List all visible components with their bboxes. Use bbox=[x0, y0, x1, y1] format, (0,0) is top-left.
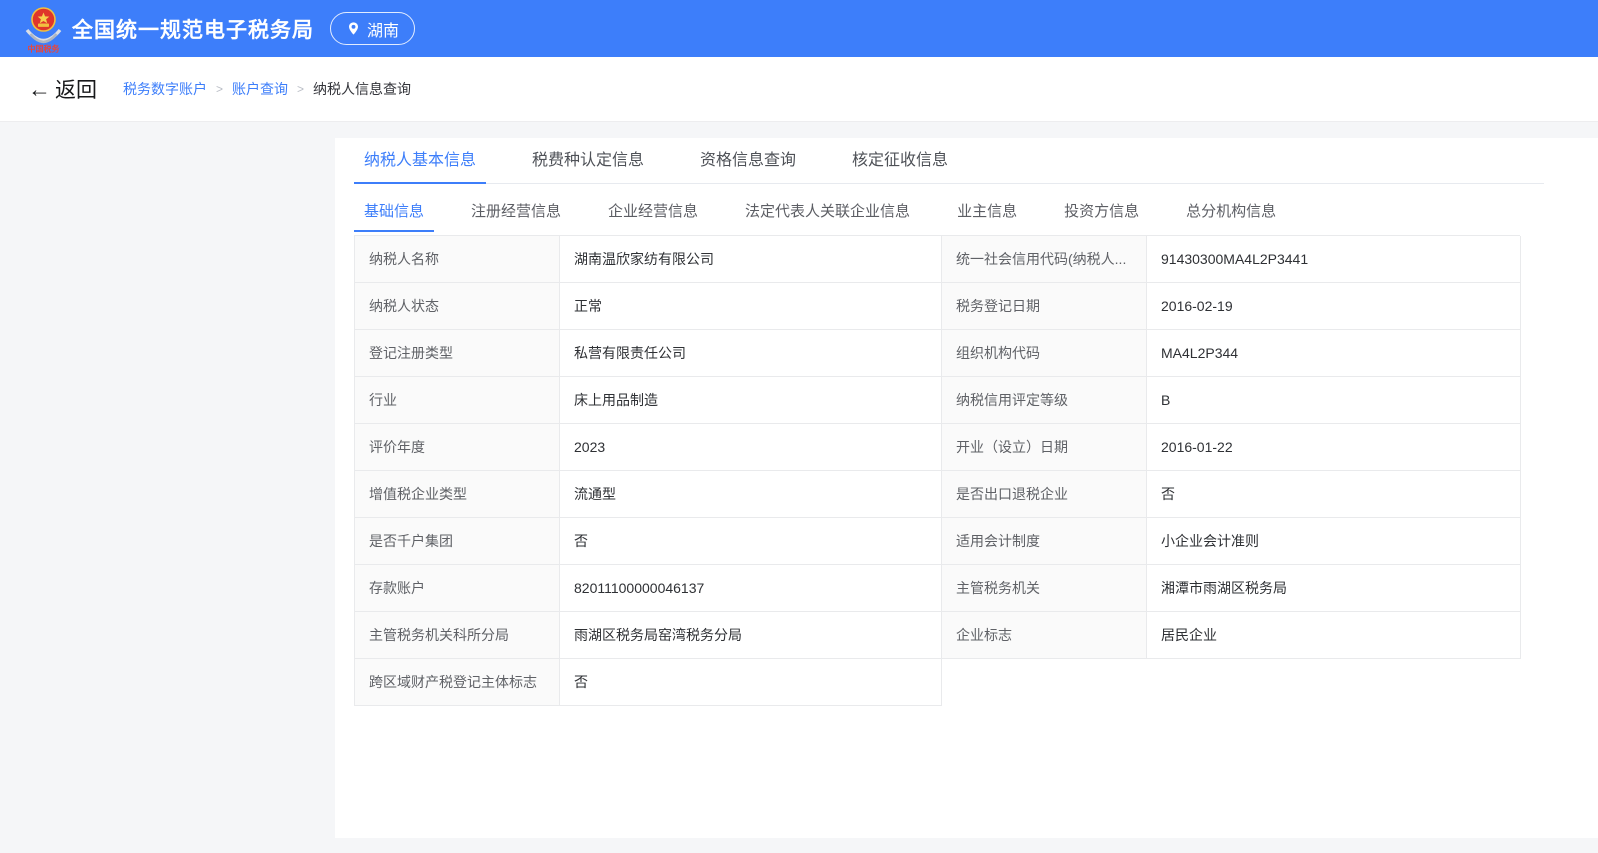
main-panel: 纳税人基本信息税费种认定信息资格信息查询核定征收信息 基础信息注册经营信息企业经… bbox=[335, 138, 1598, 838]
field-label: 是否千户集团 bbox=[355, 518, 560, 565]
field-label: 企业标志 bbox=[942, 612, 1147, 659]
tab-2[interactable]: 资格信息查询 bbox=[690, 138, 806, 183]
breadcrumb-item-1[interactable]: 账户查询 bbox=[232, 79, 288, 99]
field-label: 纳税人状态 bbox=[355, 283, 560, 330]
back-button[interactable]: ← 返回 bbox=[28, 74, 97, 104]
location-pin-icon bbox=[346, 21, 361, 36]
field-label: 主管税务机关 bbox=[942, 565, 1147, 612]
breadcrumb-item-2: 纳税人信息查询 bbox=[313, 79, 411, 99]
field-label: 组织机构代码 bbox=[942, 330, 1147, 377]
field-label: 评价年度 bbox=[355, 424, 560, 471]
region-label: 湖南 bbox=[367, 17, 399, 41]
field-label: 增值税企业类型 bbox=[355, 471, 560, 518]
field-value: 湘潭市雨湖区税务局 bbox=[1147, 565, 1521, 612]
field-value: 湖南温欣家纺有限公司 bbox=[560, 236, 942, 283]
field-value: 流通型 bbox=[560, 471, 942, 518]
field-label: 开业（设立）日期 bbox=[942, 424, 1147, 471]
field-value: 2016-02-19 bbox=[1147, 283, 1521, 330]
field-value: 床上用品制造 bbox=[560, 377, 942, 424]
field-label: 行业 bbox=[355, 377, 560, 424]
field-value: 否 bbox=[560, 659, 942, 706]
subtab-2[interactable]: 企业经营信息 bbox=[598, 192, 708, 232]
tab-1[interactable]: 税费种认定信息 bbox=[522, 138, 654, 183]
field-label: 主管税务机关科所分局 bbox=[355, 612, 560, 659]
field-label: 跨区域财产税登记主体标志 bbox=[355, 659, 560, 706]
main-tabs: 纳税人基本信息税费种认定信息资格信息查询核定征收信息 bbox=[354, 138, 1544, 184]
breadcrumb-separator: > bbox=[297, 82, 304, 96]
field-value: 否 bbox=[560, 518, 942, 565]
subtab-4[interactable]: 业主信息 bbox=[947, 192, 1027, 232]
breadcrumb-bar: ← 返回 税务数字账户 > 账户查询 > 纳税人信息查询 bbox=[0, 57, 1598, 122]
subtab-5[interactable]: 投资方信息 bbox=[1054, 192, 1149, 232]
subtab-1[interactable]: 注册经营信息 bbox=[461, 192, 571, 232]
field-label: 适用会计制度 bbox=[942, 518, 1147, 565]
field-value: 雨湖区税务局窑湾税务分局 bbox=[560, 612, 942, 659]
subtab-6[interactable]: 总分机构信息 bbox=[1176, 192, 1286, 232]
back-arrow-icon: ← bbox=[28, 78, 51, 101]
field-label: 税务登记日期 bbox=[942, 283, 1147, 330]
field-label: 纳税信用评定等级 bbox=[942, 377, 1147, 424]
field-value: 居民企业 bbox=[1147, 612, 1521, 659]
tax-bureau-logo-icon: 中国税务 bbox=[24, 5, 63, 53]
breadcrumb-separator: > bbox=[216, 82, 223, 96]
field-value: 91430300MA4L2P3441 bbox=[1147, 236, 1521, 283]
field-label bbox=[942, 659, 1147, 706]
field-value: 私营有限责任公司 bbox=[560, 330, 942, 377]
subtab-0[interactable]: 基础信息 bbox=[354, 192, 434, 232]
back-label: 返回 bbox=[55, 74, 97, 104]
tab-0[interactable]: 纳税人基本信息 bbox=[354, 138, 486, 183]
field-label: 统一社会信用代码(纳税人... bbox=[942, 236, 1147, 283]
app-title: 全国统一规范电子税务局 bbox=[72, 14, 314, 44]
top-header: 中国税务 全国统一规范电子税务局 湖南 bbox=[0, 0, 1598, 57]
field-value: 82011100000046137 bbox=[560, 565, 942, 612]
field-label: 是否出口退税企业 bbox=[942, 471, 1147, 518]
taxpayer-info-table: 纳税人名称湖南温欣家纺有限公司统一社会信用代码(纳税人...91430300MA… bbox=[354, 235, 1520, 706]
region-selector[interactable]: 湖南 bbox=[330, 12, 415, 45]
sub-tabs: 基础信息注册经营信息企业经营信息法定代表人关联企业信息业主信息投资方信息总分机构… bbox=[354, 192, 1598, 232]
breadcrumb-item-0[interactable]: 税务数字账户 bbox=[123, 79, 207, 99]
field-value: B bbox=[1147, 377, 1521, 424]
field-value: 正常 bbox=[560, 283, 942, 330]
field-label: 存款账户 bbox=[355, 565, 560, 612]
tab-3[interactable]: 核定征收信息 bbox=[842, 138, 958, 183]
page-content: 纳税人基本信息税费种认定信息资格信息查询核定征收信息 基础信息注册经营信息企业经… bbox=[0, 122, 1598, 853]
field-label: 纳税人名称 bbox=[355, 236, 560, 283]
field-value: 小企业会计准则 bbox=[1147, 518, 1521, 565]
subtab-3[interactable]: 法定代表人关联企业信息 bbox=[735, 192, 920, 232]
field-value: 2016-01-22 bbox=[1147, 424, 1521, 471]
svg-text:中国税务: 中国税务 bbox=[28, 43, 61, 53]
field-value bbox=[1147, 659, 1521, 706]
field-value: MA4L2P344 bbox=[1147, 330, 1521, 377]
field-value: 2023 bbox=[560, 424, 942, 471]
breadcrumb: 税务数字账户 > 账户查询 > 纳税人信息查询 bbox=[123, 79, 411, 99]
field-value: 否 bbox=[1147, 471, 1521, 518]
field-label: 登记注册类型 bbox=[355, 330, 560, 377]
